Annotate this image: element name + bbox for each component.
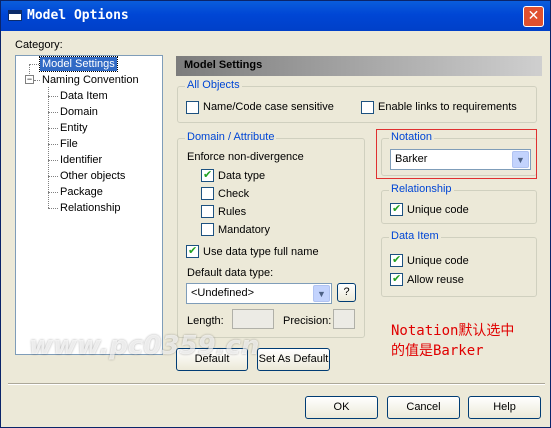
model-options-dialog: Model Options ✕ Category: Model Settings… bbox=[0, 0, 551, 428]
title-bar: Model Options ✕ bbox=[1, 1, 550, 31]
rules-checkbox[interactable] bbox=[201, 205, 214, 218]
set-as-default-button[interactable]: Set As Default bbox=[257, 348, 330, 371]
precision-label: Precision: bbox=[283, 315, 332, 327]
tree-item-relationship[interactable]: Relationship bbox=[60, 201, 121, 215]
tree-item-identifier[interactable]: Identifier bbox=[60, 153, 102, 167]
tree-line bbox=[48, 112, 58, 113]
precision-field[interactable] bbox=[333, 309, 355, 329]
data-item-group: Data Item bbox=[381, 230, 537, 297]
name-code-case-checkbox[interactable] bbox=[186, 101, 199, 114]
tree-item-naming-convention[interactable]: Naming Convention bbox=[42, 73, 139, 87]
tree-item-data-item[interactable]: Data Item bbox=[60, 89, 108, 103]
tree-line bbox=[29, 64, 39, 65]
check-label: Check bbox=[218, 188, 250, 200]
tree-item-file[interactable]: File bbox=[60, 137, 78, 151]
relationship-unique-code-checkbox[interactable] bbox=[390, 202, 403, 216]
annotation-note: Notation默认选中 的值是Barker bbox=[391, 323, 515, 359]
allow-reuse-checkbox[interactable] bbox=[390, 272, 403, 286]
tree-line bbox=[48, 87, 49, 208]
help-button[interactable]: Help bbox=[468, 396, 541, 419]
tree-line bbox=[48, 208, 58, 209]
tree-item-other-objects[interactable]: Other objects bbox=[60, 169, 125, 183]
data-item-unique-code-label: Unique code bbox=[407, 255, 469, 267]
category-tree[interactable]: Model Settings − Naming Convention Data … bbox=[15, 55, 163, 355]
relationship-title: Relationship bbox=[389, 183, 454, 195]
length-label: Length: bbox=[187, 315, 224, 327]
length-field[interactable] bbox=[232, 309, 274, 329]
rules-label: Rules bbox=[218, 206, 247, 218]
ok-button[interactable]: OK bbox=[305, 396, 378, 419]
divider bbox=[8, 383, 545, 385]
window-title: Model Options bbox=[27, 8, 129, 23]
tree-line bbox=[48, 144, 58, 145]
default-data-type-value: <Undefined> bbox=[191, 287, 254, 299]
check-checkbox[interactable] bbox=[201, 187, 214, 200]
data-type-label: Data type bbox=[218, 170, 266, 182]
default-data-type-label: Default data type: bbox=[187, 267, 274, 279]
browse-data-type-button[interactable]: ? bbox=[337, 283, 356, 302]
enable-links-label: Enable links to requirements bbox=[378, 101, 517, 113]
category-label: Category: bbox=[15, 39, 63, 51]
tree-line bbox=[34, 80, 40, 81]
tree-line bbox=[48, 128, 58, 129]
tree-line bbox=[48, 160, 58, 161]
all-objects-title: All Objects bbox=[185, 79, 242, 91]
tree-line bbox=[48, 96, 58, 97]
mandatory-checkbox[interactable] bbox=[201, 223, 214, 236]
allow-reuse-label: Allow reuse bbox=[407, 274, 464, 286]
mandatory-label: Mandatory bbox=[218, 224, 270, 236]
relationship-unique-code-label: Unique code bbox=[407, 204, 469, 216]
name-code-case-label: Name/Code case sensitive bbox=[203, 101, 334, 113]
data-item-unique-code-checkbox[interactable] bbox=[390, 253, 403, 267]
data-type-checkbox[interactable] bbox=[201, 168, 214, 182]
data-item-title: Data Item bbox=[389, 230, 441, 242]
watermark: www.pc0359.cn bbox=[29, 331, 260, 361]
enforce-label: Enforce non-divergence bbox=[187, 151, 304, 163]
collapse-icon[interactable]: − bbox=[25, 75, 34, 84]
use-full-name-label: Use data type full name bbox=[203, 246, 319, 258]
default-data-type-select[interactable]: <Undefined> ▼ bbox=[186, 283, 332, 304]
enable-links-checkbox[interactable] bbox=[361, 101, 374, 114]
panel-title: Model Settings bbox=[176, 56, 542, 76]
tree-line bbox=[48, 192, 58, 193]
chevron-down-icon[interactable]: ▼ bbox=[313, 285, 330, 302]
use-full-name-checkbox[interactable] bbox=[186, 244, 199, 258]
tree-line bbox=[48, 176, 58, 177]
domain-attribute-title: Domain / Attribute bbox=[185, 131, 277, 143]
tree-item-package[interactable]: Package bbox=[60, 185, 103, 199]
highlight-box bbox=[376, 129, 537, 179]
close-button[interactable]: ✕ bbox=[523, 6, 544, 27]
tree-item-entity[interactable]: Entity bbox=[60, 121, 88, 135]
cancel-button[interactable]: Cancel bbox=[387, 396, 460, 419]
app-window-icon bbox=[8, 10, 22, 21]
tree-item-domain[interactable]: Domain bbox=[60, 105, 98, 119]
tree-item-model-settings[interactable]: Model Settings bbox=[39, 56, 118, 72]
